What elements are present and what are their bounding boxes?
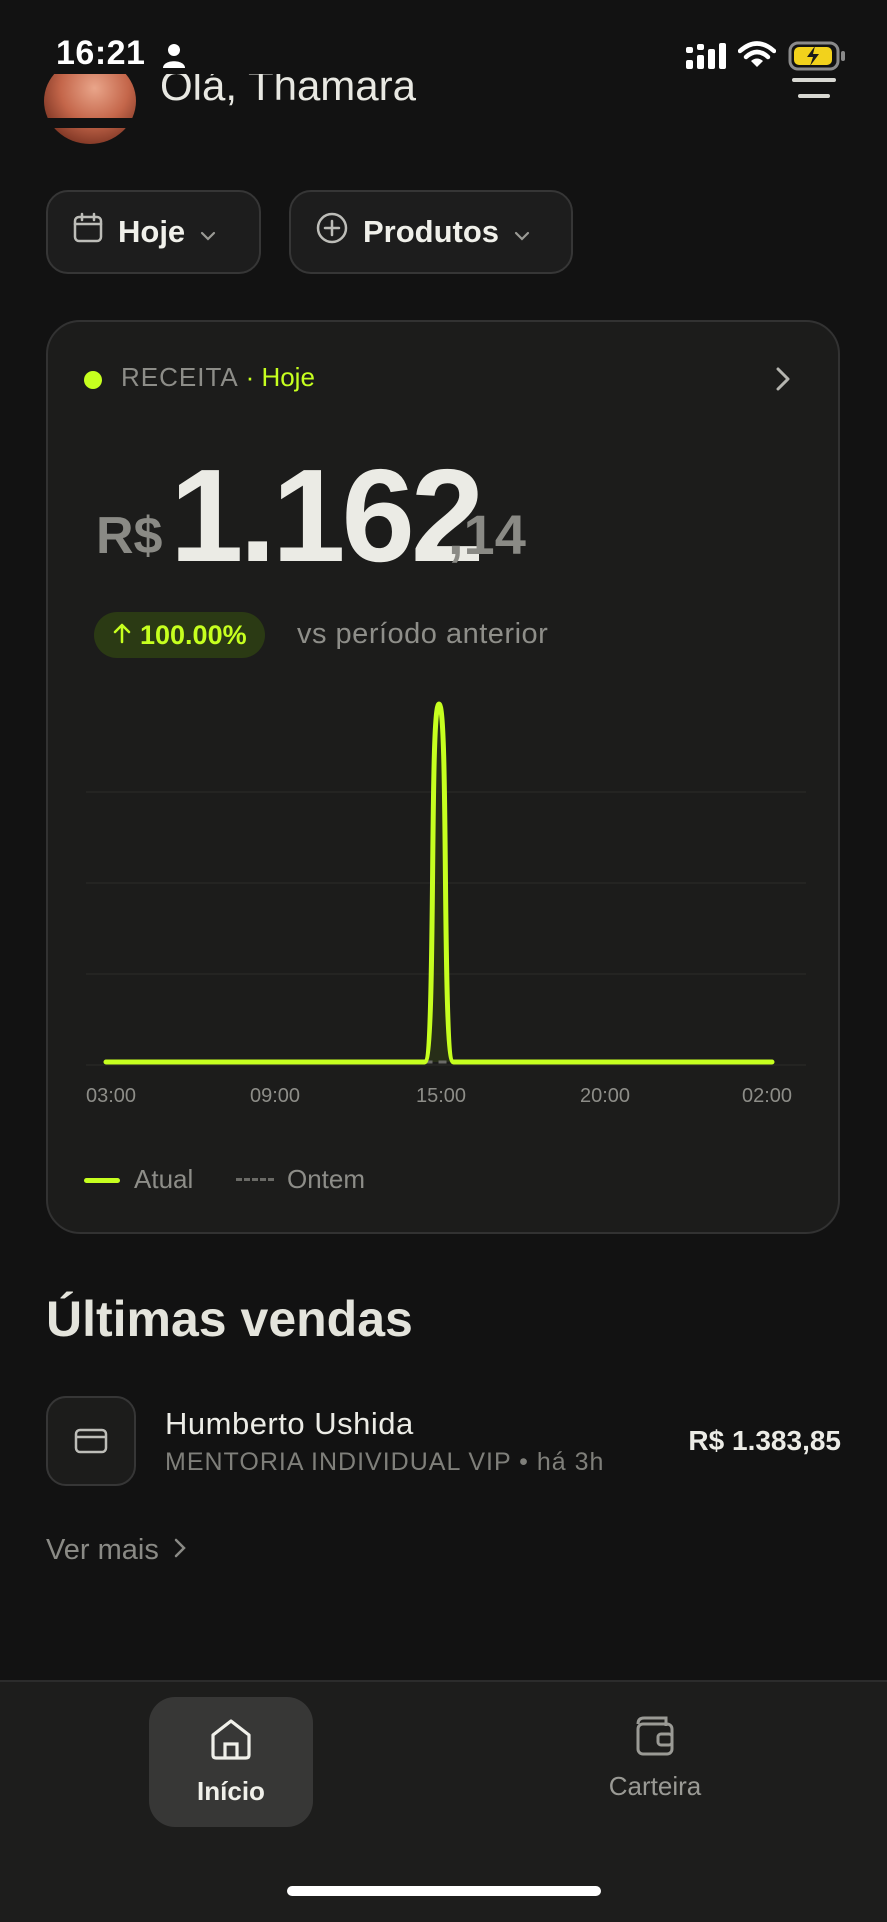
legend-previous-swatch — [236, 1178, 274, 1181]
chevron-down-icon — [513, 214, 531, 250]
status-dot — [84, 371, 102, 389]
section-title: Últimas vendas — [46, 1291, 413, 1347]
wifi-icon — [737, 40, 777, 75]
sale-customer-name[interactable]: Humberto Ushida — [165, 1406, 414, 1442]
menu-icon[interactable] — [790, 72, 838, 117]
revenue-label: RECEITA · Hoje — [121, 362, 315, 393]
revenue-period: · Hoje — [245, 362, 315, 392]
amount-currency: R$ — [96, 507, 163, 565]
calendar-icon — [72, 212, 104, 252]
sale-amount: R$ 1.383,85 — [688, 1425, 841, 1456]
delta-badge: 100.00% — [94, 612, 265, 658]
legend-current-swatch — [84, 1178, 120, 1183]
x-tick-label: 02:00 — [742, 1085, 792, 1107]
products-filter-button[interactable]: Produtos — [289, 190, 573, 274]
arrow-up-icon — [112, 620, 132, 651]
x-tick-label: 09:00 — [250, 1085, 300, 1107]
see-more-label: Ver mais — [46, 1534, 159, 1566]
date-filter-button[interactable]: Hoje — [46, 190, 261, 274]
chevron-right-icon — [173, 1534, 187, 1567]
home-indicator[interactable] — [287, 1886, 601, 1896]
nav-home-label: Início — [197, 1776, 265, 1806]
x-tick-label: 15:00 — [416, 1085, 466, 1107]
revenue-label-text: RECEITA — [121, 362, 238, 392]
wallet-icon — [632, 1714, 678, 1763]
credit-card-icon — [46, 1396, 136, 1486]
header: Olá, Thamara — [0, 72, 887, 124]
nav-wallet-label: Carteira — [608, 1771, 702, 1801]
revenue-chart: 03:00 09:00 15:00 20:00 02:00 — [86, 701, 806, 1107]
see-more-link[interactable]: Ver mais — [46, 1534, 187, 1567]
chevron-down-icon — [199, 214, 217, 250]
person-icon — [162, 42, 186, 75]
chevron-right-icon[interactable] — [772, 364, 794, 399]
legend-current: Atual — [134, 1164, 194, 1194]
signal-icon — [686, 42, 728, 75]
plus-circle-icon — [315, 211, 349, 253]
nav-home-tab[interactable]: Início — [149, 1697, 313, 1827]
status-time: 16:21 — [56, 34, 146, 72]
battery-icon — [788, 40, 846, 77]
sale-subtitle: MENTORIA INDIVIDUAL VIP • há 3h — [165, 1448, 605, 1476]
greeting: Olá, Thamara — [160, 72, 416, 109]
products-filter-label: Produtos — [363, 214, 500, 249]
amount-decimal: ,14 — [448, 503, 526, 566]
amount-integer: 1.162 — [170, 442, 484, 589]
x-tick-label: 20:00 — [580, 1085, 630, 1107]
date-filter-label: Hoje — [118, 214, 186, 249]
nav-wallet-tab[interactable]: Carteira — [584, 1714, 726, 1814]
delta-value: 100.00% — [140, 619, 247, 650]
x-tick-label: 03:00 — [86, 1085, 136, 1107]
delta-suffix: vs período anterior — [297, 618, 549, 650]
home-icon — [208, 1717, 254, 1766]
legend-previous: Ontem — [287, 1164, 366, 1194]
